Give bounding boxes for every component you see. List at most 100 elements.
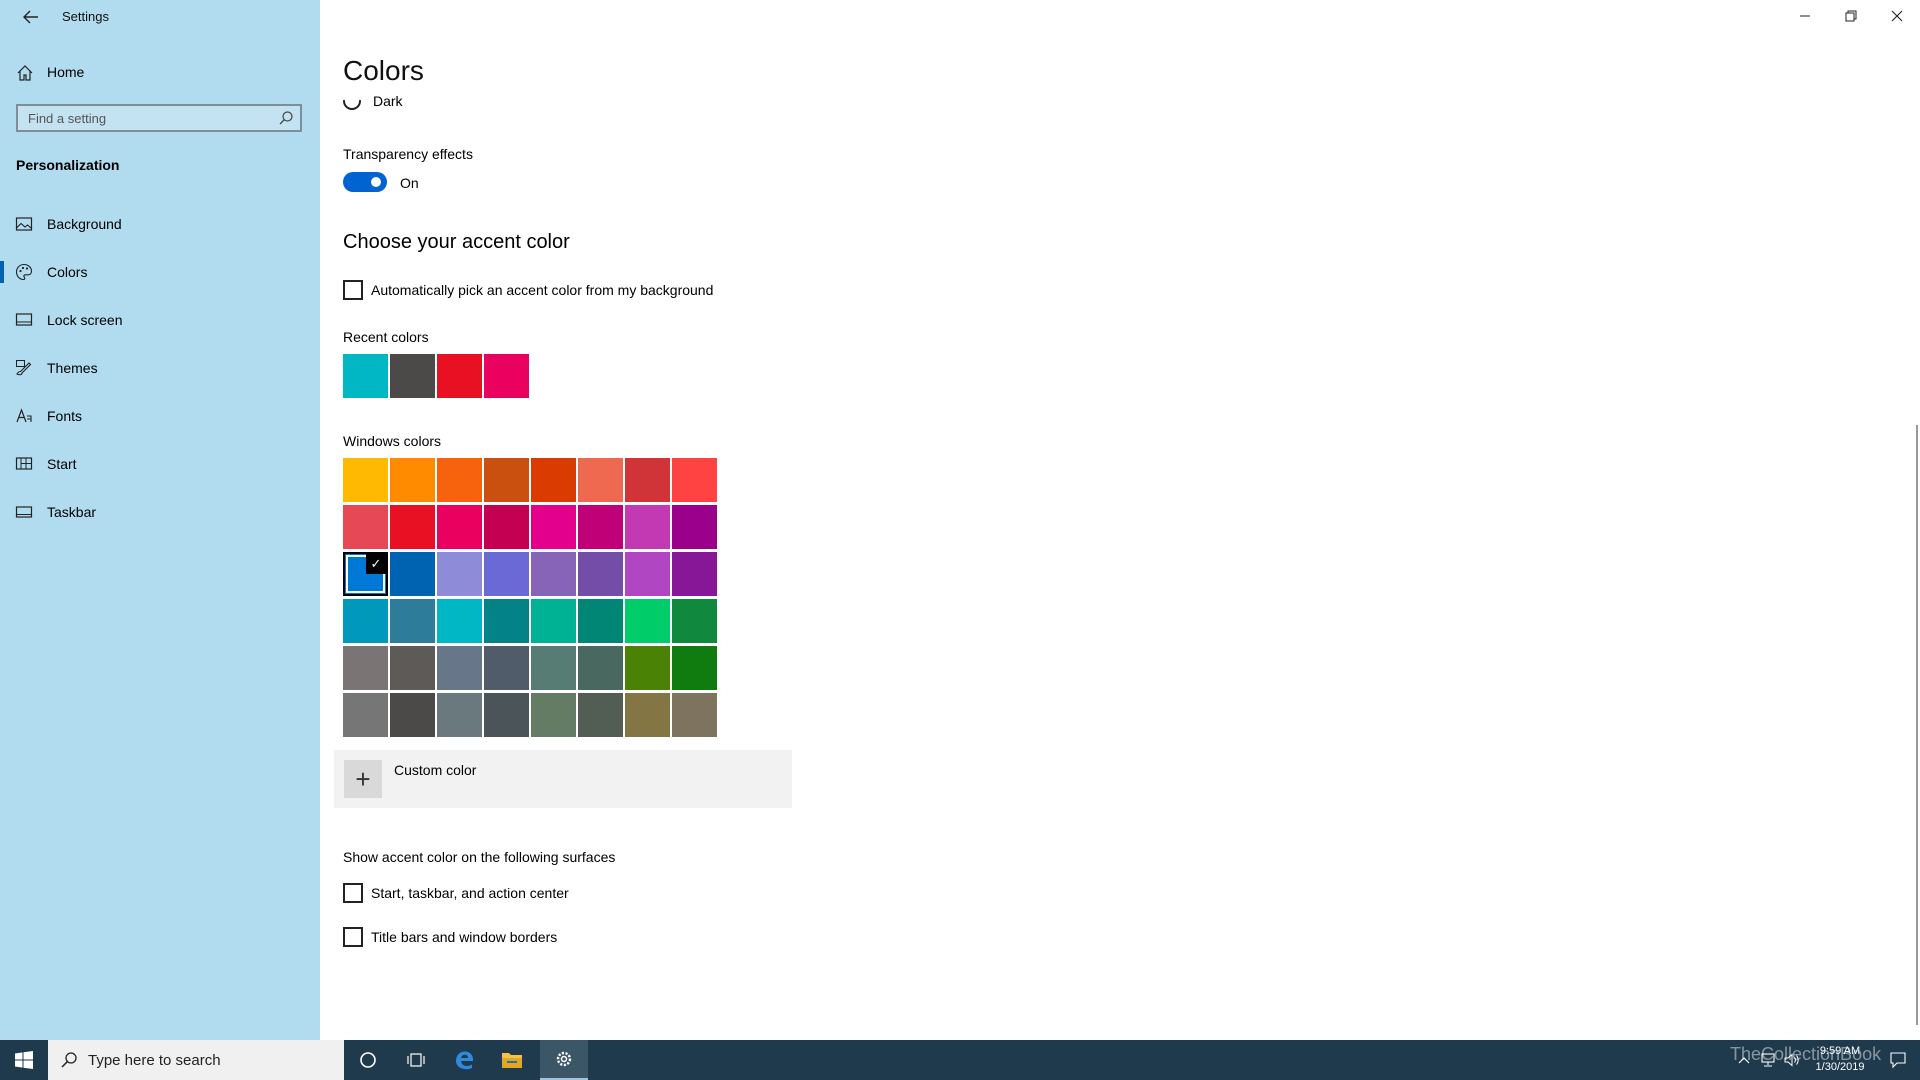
file-explorer-icon bbox=[502, 1053, 522, 1068]
sidebar-item-lock-screen[interactable]: Lock screen bbox=[0, 300, 320, 340]
find-setting-input[interactable] bbox=[18, 106, 268, 130]
start-button[interactable] bbox=[0, 1040, 48, 1080]
taskbar-clock[interactable]: 9:59 AM 1/30/2019 bbox=[1802, 1043, 1878, 1075]
accent-color-swatch[interactable] bbox=[625, 552, 670, 596]
sidebar-home[interactable]: Home bbox=[0, 58, 320, 88]
chevron-up-icon bbox=[1738, 1057, 1750, 1064]
sidebar-item-label: Background bbox=[47, 216, 122, 232]
accent-color-swatch[interactable] bbox=[484, 458, 529, 502]
accent-color-swatch[interactable] bbox=[672, 552, 717, 596]
back-button[interactable] bbox=[14, 4, 48, 30]
custom-color-button[interactable]: + Custom color bbox=[334, 750, 792, 808]
settings-button[interactable] bbox=[540, 1040, 588, 1080]
accent-color-swatch[interactable] bbox=[672, 646, 717, 690]
sidebar-item-colors[interactable]: Colors bbox=[0, 252, 320, 292]
accent-color-swatch[interactable] bbox=[672, 693, 717, 737]
sidebar-item-label: Fonts bbox=[47, 408, 83, 424]
accent-color-swatch[interactable] bbox=[484, 505, 529, 549]
accent-color-swatch[interactable] bbox=[437, 505, 482, 549]
accent-color-swatch[interactable] bbox=[390, 693, 435, 737]
accent-color-swatch[interactable] bbox=[484, 693, 529, 737]
accent-color-swatch[interactable] bbox=[672, 458, 717, 502]
accent-color-swatch[interactable] bbox=[578, 693, 623, 737]
accent-color-swatch[interactable] bbox=[343, 458, 388, 502]
file-explorer-button[interactable] bbox=[488, 1040, 536, 1080]
recent-color-swatch[interactable] bbox=[437, 354, 482, 398]
checkbox[interactable] bbox=[343, 883, 363, 903]
taskbar-search-box[interactable]: Type here to search bbox=[48, 1040, 344, 1080]
accent-color-swatch[interactable] bbox=[390, 505, 435, 549]
home-label: Home bbox=[47, 64, 85, 80]
accent-color-swatch[interactable] bbox=[390, 599, 435, 643]
sidebar-item-background[interactable]: Background bbox=[0, 204, 320, 244]
accent-color-swatch[interactable] bbox=[625, 599, 670, 643]
accent-color-swatch[interactable] bbox=[578, 552, 623, 596]
back-arrow-icon bbox=[23, 10, 38, 24]
accent-color-swatch[interactable] bbox=[437, 552, 482, 596]
accent-color-swatch[interactable] bbox=[437, 646, 482, 690]
accent-color-swatch[interactable] bbox=[578, 599, 623, 643]
accent-color-swatch[interactable] bbox=[531, 458, 576, 502]
sidebar-search[interactable] bbox=[16, 104, 302, 132]
accent-color-swatch[interactable] bbox=[437, 599, 482, 643]
accent-color-swatch[interactable] bbox=[578, 646, 623, 690]
accent-color-swatch[interactable] bbox=[625, 646, 670, 690]
accent-color-swatch[interactable] bbox=[672, 505, 717, 549]
task-view-button[interactable] bbox=[392, 1040, 440, 1080]
recent-color-swatch[interactable] bbox=[390, 354, 435, 398]
accent-color-swatch[interactable] bbox=[672, 599, 717, 643]
accent-color-swatch[interactable] bbox=[343, 599, 388, 643]
sidebar-item-label: Themes bbox=[47, 360, 98, 376]
accent-color-swatch[interactable]: ✓ bbox=[343, 552, 388, 596]
sidebar-item-fonts[interactable]: Fonts bbox=[0, 396, 320, 436]
sidebar-item-taskbar[interactable]: Taskbar bbox=[0, 492, 320, 532]
edge-button[interactable] bbox=[440, 1040, 488, 1080]
palette-icon bbox=[15, 263, 33, 281]
network-button[interactable] bbox=[1756, 1040, 1780, 1080]
task-view-icon bbox=[407, 1053, 425, 1067]
close-button[interactable] bbox=[1874, 0, 1920, 32]
sidebar-item-label: Lock screen bbox=[47, 312, 123, 328]
accent-color-swatch[interactable] bbox=[343, 646, 388, 690]
accent-color-swatch[interactable] bbox=[343, 693, 388, 737]
restore-button[interactable] bbox=[1828, 0, 1874, 32]
accent-color-swatch[interactable] bbox=[578, 458, 623, 502]
accent-color-swatch[interactable] bbox=[531, 646, 576, 690]
action-center-button[interactable] bbox=[1878, 1040, 1918, 1080]
recent-color-swatch[interactable] bbox=[484, 354, 529, 398]
accent-color-swatch[interactable] bbox=[484, 552, 529, 596]
accent-color-swatch[interactable] bbox=[625, 693, 670, 737]
accent-color-swatch[interactable] bbox=[437, 458, 482, 502]
taskbar-icon bbox=[15, 506, 33, 518]
recent-color-swatch[interactable] bbox=[343, 354, 388, 398]
search-icon[interactable] bbox=[278, 110, 294, 126]
accent-color-swatch[interactable] bbox=[531, 599, 576, 643]
accent-color-swatch[interactable] bbox=[390, 646, 435, 690]
tray-overflow-button[interactable] bbox=[1732, 1040, 1756, 1080]
cortana-icon bbox=[360, 1052, 376, 1068]
accent-color-swatch[interactable] bbox=[578, 505, 623, 549]
accent-color-swatch[interactable] bbox=[390, 552, 435, 596]
scrollbar[interactable] bbox=[1916, 425, 1918, 1025]
volume-button[interactable] bbox=[1780, 1040, 1804, 1080]
sidebar-item-themes[interactable]: Themes bbox=[0, 348, 320, 388]
accent-color-swatch[interactable] bbox=[484, 599, 529, 643]
accent-color-swatch[interactable] bbox=[625, 505, 670, 549]
checkbox[interactable] bbox=[343, 280, 363, 300]
minimize-button[interactable] bbox=[1782, 0, 1828, 32]
accent-color-swatch[interactable] bbox=[625, 458, 670, 502]
checkbox-label: Start, taskbar, and action center bbox=[371, 885, 569, 901]
sidebar-item-start[interactable]: Start bbox=[0, 444, 320, 484]
accent-color-swatch[interactable] bbox=[531, 552, 576, 596]
accent-color-swatch[interactable] bbox=[531, 505, 576, 549]
accent-color-swatch[interactable] bbox=[343, 505, 388, 549]
accent-color-swatch[interactable] bbox=[390, 458, 435, 502]
checkbox[interactable] bbox=[343, 927, 363, 947]
radio-button[interactable] bbox=[343, 100, 361, 110]
accent-color-swatch[interactable] bbox=[531, 693, 576, 737]
accent-color-swatch[interactable] bbox=[437, 693, 482, 737]
accent-color-swatch[interactable] bbox=[484, 646, 529, 690]
cortana-button[interactable] bbox=[344, 1040, 392, 1080]
transparency-toggle[interactable] bbox=[343, 172, 387, 192]
recent-colors-label: Recent colors bbox=[343, 329, 429, 345]
